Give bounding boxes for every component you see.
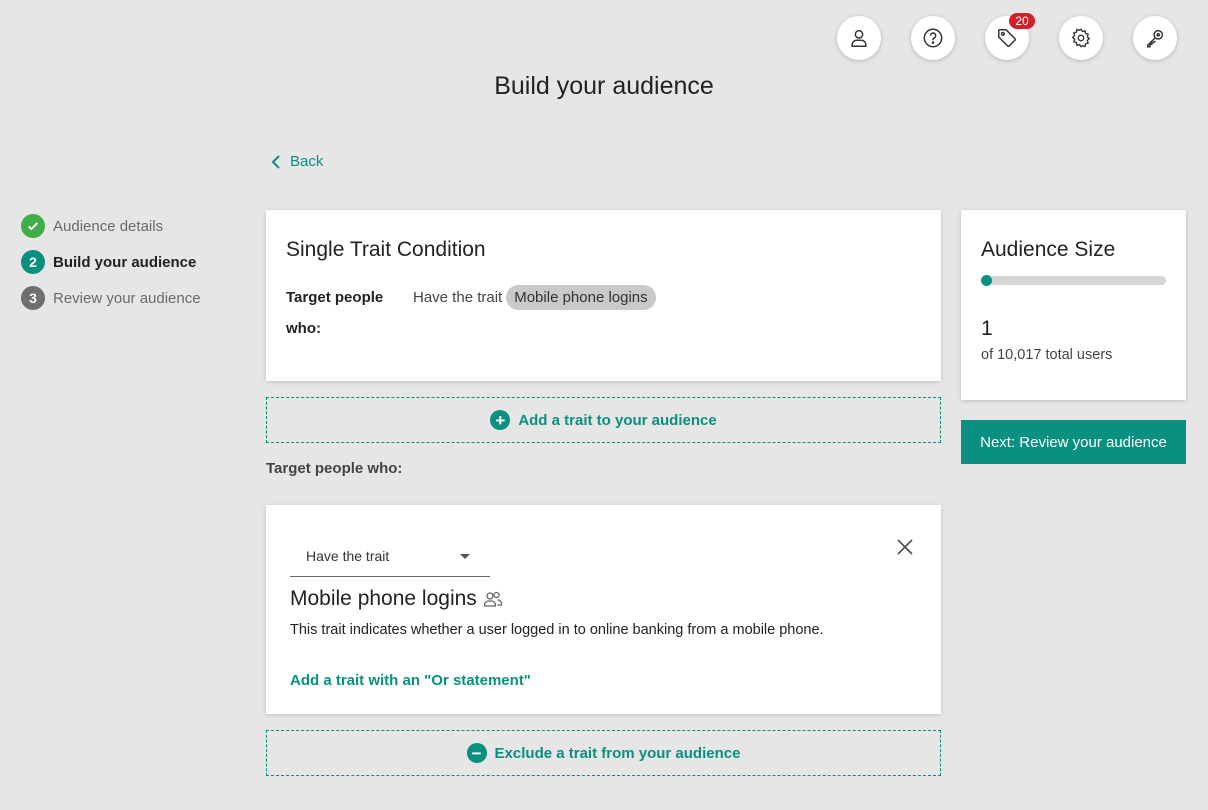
tags-button[interactable]: 20 <box>985 13 1035 60</box>
audience-total: of 10,017 total users <box>981 347 1113 363</box>
gear-icon <box>1071 28 1091 48</box>
audience-size-card: Audience Size 1 of 10,017 total users <box>961 210 1186 400</box>
minus-icon: − <box>466 743 487 763</box>
next-review-button[interactable]: Next: Review your audience <box>961 420 1186 464</box>
page: 20 Build your audience Back Audience det… <box>0 0 1208 810</box>
key-icon <box>1146 29 1164 48</box>
step-audience-details[interactable]: Audience details <box>21 208 201 244</box>
back-link[interactable]: Back <box>270 153 323 170</box>
key-button[interactable] <box>1133 16 1177 60</box>
trait-name: Mobile phone logins <box>290 587 503 611</box>
add-or-trait-link[interactable]: Add a trait with an "Or statement" <box>290 672 531 689</box>
chevron-left-icon <box>271 154 280 169</box>
who-label: who: <box>286 320 321 337</box>
user-profile-button[interactable] <box>837 16 881 60</box>
exclude-trait-label: Exclude a trait from your audience <box>494 744 741 762</box>
step-label: Audience details <box>53 217 164 235</box>
summary-title: Single Trait Condition <box>286 238 486 261</box>
exclude-trait-button[interactable]: − Exclude a trait from your audience <box>266 730 941 776</box>
step-review-audience[interactable]: 3 Review your audience <box>21 280 201 316</box>
condition-text: Have the trait <box>413 288 503 306</box>
trait-condition-card: Have the trait Mobile phone logins This … <box>266 505 941 714</box>
notification-badge: 20 <box>1009 13 1035 29</box>
users-icon <box>483 591 502 607</box>
step-label: Review your audience <box>53 289 201 307</box>
select-value: Have the trait <box>306 547 390 564</box>
stepper: Audience details 2 Build your audience 3… <box>21 208 201 316</box>
tag-icon <box>998 29 1016 47</box>
add-trait-button[interactable]: + Add a trait to your audience <box>266 397 941 443</box>
trait-description: This trait indicates whether a user logg… <box>290 622 824 638</box>
page-title: Build your audience <box>494 72 714 100</box>
check-icon <box>21 214 45 238</box>
settings-button[interactable] <box>1059 16 1103 60</box>
trait-chip: Mobile phone logins <box>506 284 656 310</box>
close-icon <box>897 539 913 555</box>
target-row: Target people Have the trait Mobile phon… <box>286 284 921 310</box>
help-button[interactable] <box>911 16 955 60</box>
trait-condition-select[interactable]: Have the trait <box>290 535 490 577</box>
target-label: Target people <box>286 288 384 306</box>
plus-icon: + <box>490 410 511 430</box>
trait-name-text: Mobile phone logins <box>290 587 477 610</box>
audience-size-title: Audience Size <box>981 238 1116 261</box>
caret-down-icon <box>460 554 470 559</box>
step-number: 2 <box>21 250 45 274</box>
remove-trait-button[interactable] <box>895 537 915 557</box>
step-label: Build your audience <box>53 253 197 271</box>
user-icon <box>851 29 867 47</box>
audience-count: 1 <box>981 317 993 340</box>
condition-summary-card: Single Trait Condition Target people Hav… <box>266 210 941 381</box>
audience-size-progress <box>981 275 1166 286</box>
add-trait-label: Add a trait to your audience <box>518 411 717 429</box>
step-build-audience[interactable]: 2 Build your audience <box>21 244 201 280</box>
step-number: 3 <box>21 286 45 310</box>
target-section-label: Target people who: <box>266 460 403 477</box>
help-icon <box>923 28 943 48</box>
progress-fill <box>981 275 992 286</box>
back-label: Back <box>290 153 324 170</box>
